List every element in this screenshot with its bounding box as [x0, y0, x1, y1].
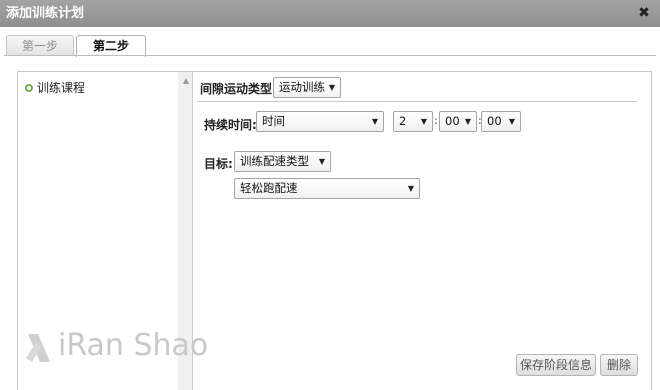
- chevron-down-icon: ▼: [407, 184, 414, 193]
- hours-value: 2: [399, 114, 407, 128]
- section-divider: [197, 101, 637, 102]
- dialog-titlebar: 添加训练计划 ✖: [0, 0, 660, 27]
- duration-mode-value: 时间: [262, 114, 285, 128]
- bullet-icon: [25, 83, 33, 92]
- interval-type-value: 运动训练: [279, 80, 325, 94]
- chevron-down-icon: ▼: [420, 117, 427, 126]
- duration-mode-select[interactable]: 时间 ▼: [256, 111, 384, 132]
- tree-item-label: 训练课程: [37, 81, 86, 95]
- seconds-select[interactable]: 00 ▼: [481, 111, 521, 132]
- interval-type-select[interactable]: 运动训练 ▼: [273, 77, 341, 98]
- target-type-value: 训练配速类型: [240, 154, 309, 168]
- chevron-down-icon: ▼: [508, 117, 515, 126]
- hours-select[interactable]: 2 ▼: [393, 111, 433, 132]
- time-separator: :: [434, 114, 438, 127]
- watermark-logo-icon: [26, 334, 50, 362]
- watermark: iRan Shao: [24, 326, 234, 370]
- tree-item-course[interactable]: 训练课程: [25, 79, 85, 96]
- minutes-value: 00: [445, 114, 460, 128]
- tab-step-1[interactable]: 第一步: [6, 35, 74, 56]
- delete-button[interactable]: 删除: [600, 354, 638, 376]
- scroll-up-icon[interactable]: ▲: [183, 76, 189, 85]
- close-icon[interactable]: ✖: [636, 5, 652, 21]
- chevron-down-icon: ▼: [371, 117, 378, 126]
- chevron-down-icon: ▼: [464, 117, 471, 126]
- seconds-value: 00: [487, 114, 502, 128]
- target-label: 目标:: [204, 157, 233, 171]
- tab-step-2[interactable]: 第二步: [76, 35, 146, 57]
- pace-select[interactable]: 轻松跑配速 ▼: [234, 178, 420, 199]
- target-type-select[interactable]: 训练配速类型 ▼: [234, 151, 331, 172]
- watermark-text: iRan Shao: [58, 328, 209, 363]
- duration-label: 持续时间:: [204, 118, 257, 132]
- interval-type-label: 间隙运动类型: [200, 82, 273, 96]
- dialog-title: 添加训练计划: [6, 6, 85, 21]
- chevron-down-icon: ▼: [318, 157, 325, 166]
- pace-value: 轻松跑配速: [240, 181, 298, 195]
- chevron-down-icon: ▼: [328, 83, 335, 92]
- save-stage-button[interactable]: 保存阶段信息: [516, 354, 596, 376]
- minutes-select[interactable]: 00 ▼: [439, 111, 477, 132]
- tab-rail: [4, 55, 656, 56]
